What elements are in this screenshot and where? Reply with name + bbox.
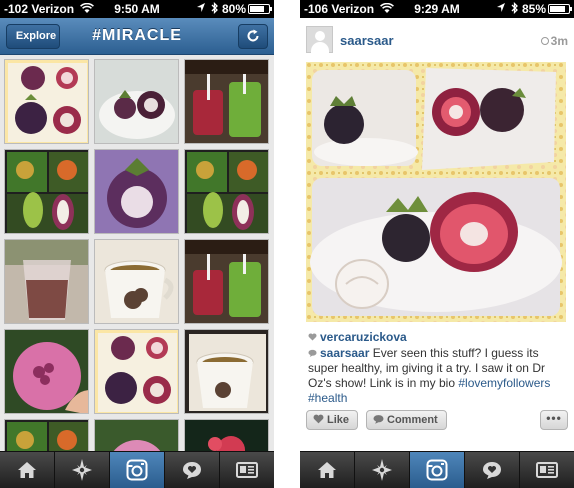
hashtag-link[interactable]: #lovemyfollowers: [458, 376, 550, 390]
nav-bar: Explore #MIRACLE: [0, 18, 274, 55]
clock-icon: [540, 37, 549, 45]
post-screen: -106 Verizon 9:29 AM 85% saarsaar 3m ver…: [300, 0, 574, 488]
location-icon: [496, 2, 506, 16]
tab-camera[interactable]: [110, 452, 165, 488]
like-button[interactable]: Like: [306, 410, 359, 430]
photo-grid: [0, 55, 274, 451]
likes-line: vercaruzickova: [308, 330, 407, 344]
grid-photo[interactable]: [184, 239, 269, 324]
profile-card-icon: [236, 462, 258, 478]
tab-home[interactable]: [0, 452, 55, 488]
more-options-button[interactable]: •••: [540, 410, 568, 430]
post-actions: Like Comment •••: [306, 410, 568, 432]
heart-icon: [308, 333, 317, 341]
refresh-button[interactable]: [238, 24, 268, 49]
bluetooth-icon: [211, 1, 219, 17]
comment-button[interactable]: Comment: [366, 410, 447, 430]
hashtag-link[interactable]: #health: [308, 391, 347, 405]
post-header: saarsaar 3m: [300, 18, 574, 62]
grid-photo[interactable]: [4, 239, 89, 324]
liker-username[interactable]: vercaruzickova: [320, 330, 407, 344]
battery-percent: 85%: [522, 2, 547, 16]
grid-photo[interactable]: [94, 329, 179, 414]
comment-icon: [308, 349, 317, 357]
tab-activity[interactable]: [165, 452, 220, 488]
explore-star-icon: [72, 459, 92, 481]
tab-explore[interactable]: [55, 452, 110, 488]
grid-photo[interactable]: [4, 149, 89, 234]
post-username[interactable]: saarsaar: [340, 33, 394, 48]
status-bar: -106 Verizon 9:29 AM 85%: [300, 0, 574, 18]
avatar[interactable]: [306, 26, 333, 53]
explore-star-icon: [372, 459, 392, 481]
location-icon: [196, 2, 206, 16]
tab-camera[interactable]: [410, 452, 465, 488]
grid-photo[interactable]: [94, 149, 179, 234]
grid-photo[interactable]: [94, 239, 179, 324]
tab-explore[interactable]: [355, 452, 410, 488]
battery-icon: [248, 4, 272, 14]
grid-photo[interactable]: [184, 419, 269, 451]
grid-photo[interactable]: [4, 59, 89, 144]
grid-photo[interactable]: [4, 329, 89, 414]
home-icon: [318, 462, 336, 478]
camera-icon: [426, 459, 448, 481]
status-bar: -102 Verizon 9:50 AM 80%: [0, 0, 274, 18]
grid-photo[interactable]: [4, 419, 89, 451]
activity-heart-icon: [483, 462, 501, 479]
grid-photo[interactable]: [94, 419, 179, 451]
tab-profile[interactable]: [220, 452, 274, 488]
refresh-icon: [247, 29, 259, 42]
profile-card-icon: [536, 462, 558, 478]
post-photo[interactable]: [306, 62, 566, 322]
grid-photo[interactable]: [184, 149, 269, 234]
activity-heart-icon: [183, 462, 201, 479]
tab-bar: [300, 451, 574, 488]
caption-username[interactable]: saarsaar: [320, 346, 369, 360]
post-caption: saarsaar Ever seen this stuff? I guess i…: [308, 346, 568, 406]
camera-icon: [126, 459, 148, 481]
battery-percent: 80%: [222, 2, 247, 16]
hashtag-title: #MIRACLE: [92, 27, 182, 44]
tab-bar: [0, 451, 274, 488]
bluetooth-icon: [511, 1, 519, 17]
post-timestamp: 3m: [540, 34, 568, 48]
tab-profile[interactable]: [520, 452, 574, 488]
comment-icon: [373, 415, 384, 424]
explore-screen: -102 Verizon 9:50 AM 80% Explore #MIRACL…: [0, 0, 274, 488]
heart-icon: [313, 414, 324, 424]
home-icon: [18, 462, 36, 478]
battery-icon: [548, 4, 572, 14]
grid-photo[interactable]: [94, 59, 179, 144]
grid-photo[interactable]: [184, 59, 269, 144]
tab-home[interactable]: [300, 452, 355, 488]
tab-activity[interactable]: [465, 452, 520, 488]
grid-photo[interactable]: [184, 329, 269, 414]
